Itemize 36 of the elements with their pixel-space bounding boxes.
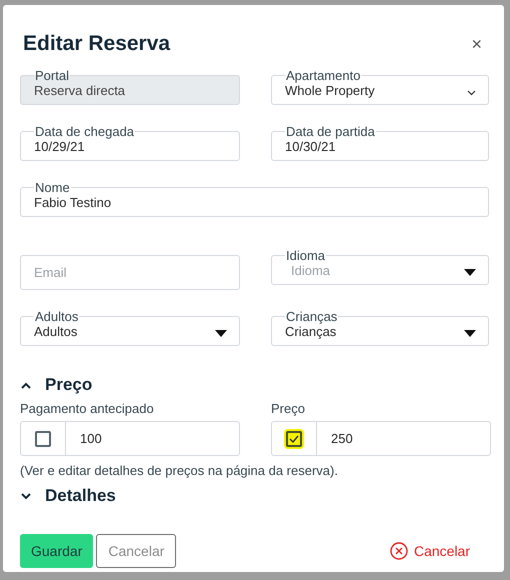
input-field[interactable]: Data de chegada 10/29/21: [20, 126, 240, 161]
price-note: (Ver e editar detalhes de preços na página da reserva).: [20, 463, 339, 478]
save-button[interactable]: Guardar: [20, 534, 94, 568]
select-field[interactable]: Crianças Crianças: [271, 311, 489, 346]
field-label: Pagamento antecipado: [20, 401, 155, 416]
price-input[interactable]: 100: [66, 421, 240, 456]
checkbox[interactable]: [35, 430, 51, 446]
chevron-down-icon: [467, 90, 476, 96]
cancel-booking-button[interactable]: Cancelar: [390, 542, 470, 560]
section-title: Preço: [45, 375, 92, 395]
price-input[interactable]: 250: [317, 421, 491, 456]
field-label: Adultos: [34, 311, 80, 322]
input-field[interactable]: Nome Fabio Testino: [20, 182, 489, 217]
field-label: Portal: [34, 70, 70, 81]
field-label: Data de partida: [285, 126, 376, 137]
field-label: Idioma: [285, 250, 326, 261]
section-title: Detalhes: [45, 486, 116, 506]
caret-down-icon: [464, 269, 476, 276]
close-button[interactable]: ×: [469, 34, 484, 54]
close-circle-icon: [390, 542, 408, 560]
checkbox[interactable]: [286, 430, 302, 446]
caret-down-icon: [464, 330, 476, 337]
caret-down-icon: [215, 330, 227, 337]
check-icon: [289, 434, 299, 442]
field-label: Preço: [271, 401, 306, 416]
select-field[interactable]: Apartamento Whole Property: [271, 70, 489, 105]
field-label: Data de chegada: [34, 126, 136, 137]
field-label: Nome: [34, 182, 71, 193]
field-label: Crianças: [285, 311, 338, 322]
chevron-down-icon[interactable]: [21, 492, 31, 500]
input-field[interactable]: Data de partida 10/30/21: [271, 126, 489, 161]
select-field[interactable]: Idioma Idioma: [271, 250, 489, 285]
dialog-title: Editar Reserva: [23, 32, 170, 56]
chevron-up-icon[interactable]: [21, 382, 31, 388]
select-field[interactable]: Adultos Adultos: [20, 311, 240, 346]
field-label: Apartamento: [285, 70, 362, 81]
